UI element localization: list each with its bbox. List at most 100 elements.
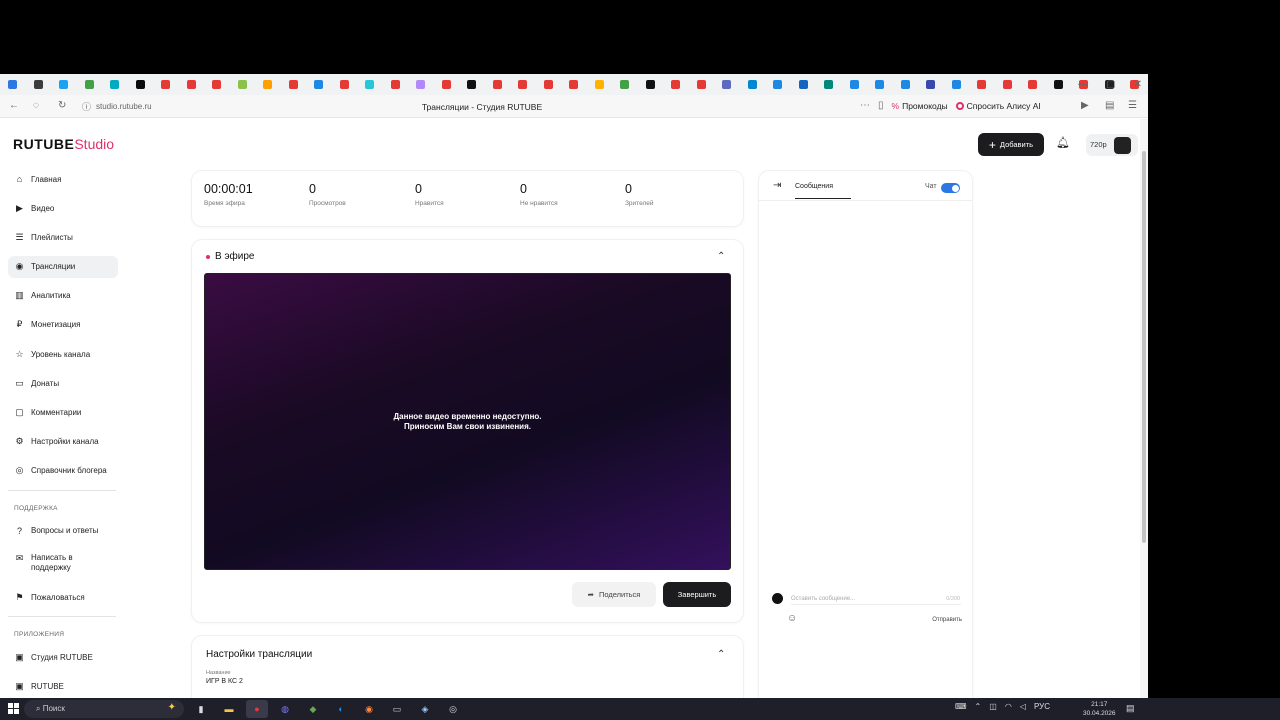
video-player[interactable]: Данное видео временно недоступно. Принос… xyxy=(204,273,731,570)
sidebar-item[interactable]: ◎ Справочник блогера xyxy=(8,460,118,482)
sidebar-item[interactable]: ▶ Видео xyxy=(8,197,118,219)
browser-tab[interactable] xyxy=(230,74,256,95)
browser-tab[interactable] xyxy=(689,74,715,95)
sidebar-item[interactable]: ▢ Комментарии xyxy=(8,402,118,424)
browser-tab[interactable] xyxy=(1020,74,1046,95)
promo-button[interactable]: % Промокоды xyxy=(892,101,948,111)
keyboard-icon[interactable]: ⌨ xyxy=(955,702,967,711)
language-indicator[interactable]: РУС xyxy=(1034,702,1050,711)
browser-tab[interactable] xyxy=(1046,74,1072,95)
taskbar-clock[interactable]: 21:17 30.04.2026 xyxy=(1083,700,1116,718)
chat-message-input[interactable]: Оставить сообщение... xyxy=(791,593,961,605)
stream-name-value[interactable]: ИГР В КС 2 xyxy=(206,678,243,685)
terminal-icon[interactable]: ▭ xyxy=(386,700,408,718)
browser-tab[interactable] xyxy=(510,74,536,95)
browser-tab[interactable] xyxy=(26,74,52,95)
browser-tab[interactable] xyxy=(791,74,817,95)
minimize-icon[interactable]: — xyxy=(1078,79,1088,90)
sidebar-item[interactable]: ☰ Плейлисты xyxy=(8,226,118,248)
windows-start-icon[interactable] xyxy=(8,703,19,714)
browser-tab[interactable] xyxy=(281,74,307,95)
maximize-icon[interactable]: ▢ xyxy=(1106,79,1115,90)
sidebar-item[interactable]: ▭ Донаты xyxy=(8,372,118,394)
user-avatar[interactable] xyxy=(1114,137,1131,154)
sidebar-item[interactable]: ✉ Написать в поддержку xyxy=(8,549,118,579)
browser-tab[interactable] xyxy=(383,74,409,95)
browser-tab[interactable] xyxy=(332,74,358,95)
wifi-icon[interactable]: ◠ xyxy=(1005,702,1012,711)
sidebar-item[interactable]: ▥ Аналитика xyxy=(8,285,118,307)
browser-tab[interactable] xyxy=(587,74,613,95)
file-explorer-icon[interactable]: ▬ xyxy=(218,700,240,718)
discord-icon[interactable]: ◍ xyxy=(274,700,296,718)
browser-tab[interactable] xyxy=(536,74,562,95)
extension-icon[interactable]: ▶ xyxy=(1081,100,1089,111)
sidebar-item[interactable]: ⚑ Пожаловаться xyxy=(8,586,118,608)
browser-tab[interactable] xyxy=(77,74,103,95)
send-button[interactable]: Отправить xyxy=(932,617,962,623)
ask-alice-button[interactable]: Спросить Алису AI xyxy=(955,101,1041,111)
steam-icon[interactable]: ◈ xyxy=(414,700,436,718)
browser-tab[interactable] xyxy=(459,74,485,95)
browser-tab[interactable] xyxy=(561,74,587,95)
menu-icon[interactable]: ☰ xyxy=(1128,100,1137,111)
chevron-up-icon[interactable]: ⌃ xyxy=(717,251,725,262)
chevron-up-icon[interactable]: ⌃ xyxy=(975,702,982,711)
obs-icon[interactable]: ◎ xyxy=(442,700,464,718)
yandex-browser-icon[interactable]: ● xyxy=(246,700,268,718)
taskbar-search[interactable]: ⌕ Поиск ✦ xyxy=(24,700,184,718)
browser-tab[interactable] xyxy=(867,74,893,95)
collapse-chat-icon[interactable]: ⇥ xyxy=(773,180,781,191)
volume-icon[interactable]: ◁ xyxy=(1020,702,1026,711)
browser-tab[interactable] xyxy=(434,74,460,95)
browser-tab[interactable] xyxy=(153,74,179,95)
edge-icon[interactable]: ◐ xyxy=(330,700,352,718)
browser-tab[interactable] xyxy=(893,74,919,95)
browser-tab[interactable] xyxy=(485,74,511,95)
sidebar-item[interactable]: ₽ Монетизация xyxy=(8,314,118,336)
browser-tab[interactable] xyxy=(1148,74,1149,95)
bell-icon[interactable]: 🔔︎ xyxy=(1056,136,1070,149)
browser-tab[interactable] xyxy=(663,74,689,95)
sidebar-item[interactable]: ? Вопросы и ответы xyxy=(8,520,118,542)
browser-tab[interactable] xyxy=(816,74,842,95)
browser-tab[interactable] xyxy=(714,74,740,95)
browser-tab[interactable] xyxy=(612,74,638,95)
sidebar-item[interactable]: ☆ Уровень канала xyxy=(8,343,118,365)
task-view-icon[interactable]: ▮ xyxy=(190,700,212,718)
browser-tab[interactable] xyxy=(740,74,766,95)
browser-tab[interactable] xyxy=(0,74,26,95)
browser-tab[interactable] xyxy=(842,74,868,95)
page-scrollbar[interactable] xyxy=(1140,119,1148,698)
browser-tab[interactable] xyxy=(51,74,77,95)
browser-tab[interactable] xyxy=(969,74,995,95)
sidebar-item[interactable]: ⌂ Главная xyxy=(8,168,118,190)
download-icon[interactable]: ▤ xyxy=(1105,100,1114,111)
browser-tab[interactable] xyxy=(306,74,332,95)
browser-tab[interactable] xyxy=(357,74,383,95)
browser-tab[interactable] xyxy=(128,74,154,95)
browser-tab[interactable] xyxy=(638,74,664,95)
browser-tab[interactable] xyxy=(944,74,970,95)
chevron-up-icon[interactable]: ⌃ xyxy=(717,649,725,660)
browser-tab[interactable] xyxy=(179,74,205,95)
sidebar-item[interactable]: ⚙ Настройки канала xyxy=(8,431,118,453)
browser-tab[interactable] xyxy=(255,74,281,95)
browser-tab[interactable] xyxy=(765,74,791,95)
end-stream-button[interactable]: Завершить xyxy=(663,582,731,607)
browser-tab[interactable] xyxy=(918,74,944,95)
network-icon[interactable]: ◫ xyxy=(989,702,997,711)
browser-tab[interactable] xyxy=(995,74,1021,95)
more-icon[interactable]: ⋯ xyxy=(860,100,870,111)
bookmark-icon[interactable]: ▯ xyxy=(878,100,884,111)
notifications-icon[interactable]: ▤ xyxy=(1126,703,1135,714)
sidebar-item[interactable]: ◉ Трансляции xyxy=(8,255,118,278)
minecraft-icon[interactable]: ◆ xyxy=(302,700,324,718)
share-button[interactable]: ➦ Поделиться xyxy=(572,582,656,607)
sidebar-item[interactable]: ▣ Студия RUTUBE xyxy=(8,646,118,668)
app-icon[interactable]: ◉ xyxy=(358,700,380,718)
browser-tab[interactable] xyxy=(102,74,128,95)
browser-tab[interactable] xyxy=(204,74,230,95)
sidebar-item[interactable]: ▣ RUTUBE xyxy=(8,675,118,697)
scrollbar-thumb[interactable] xyxy=(1142,151,1146,543)
